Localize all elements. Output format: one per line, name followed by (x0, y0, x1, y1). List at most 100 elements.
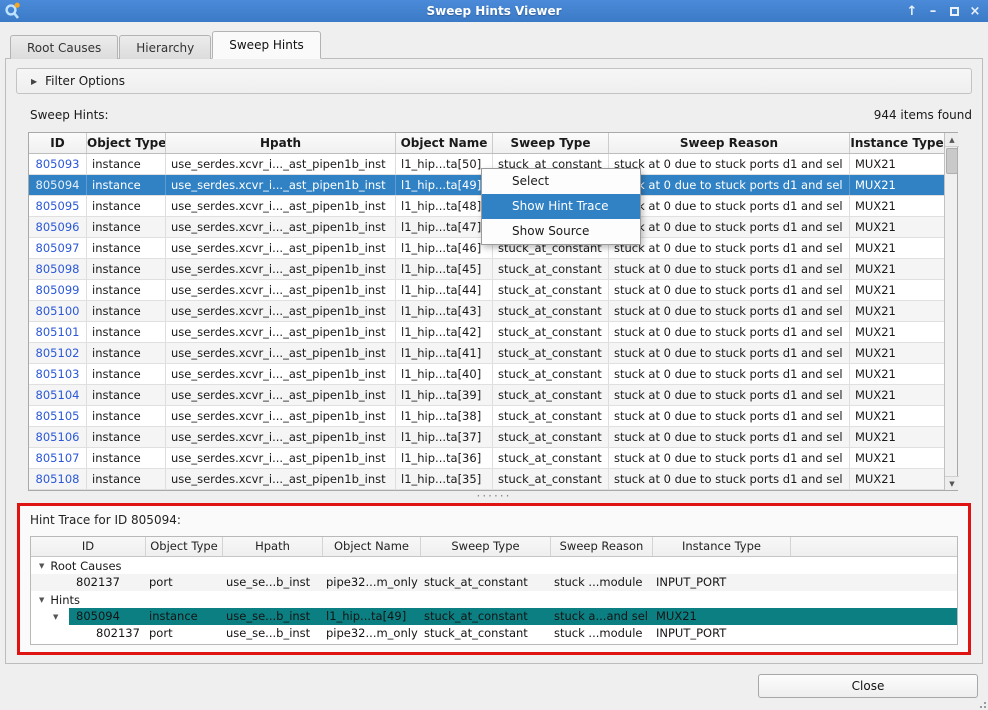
cell-hpath: use_serdes.xcvr_i..._ast_pipen1b_inst (166, 238, 396, 258)
menu-item-show-hint-trace[interactable]: Show Hint Trace (482, 194, 640, 219)
column-header-hpath[interactable]: Hpath (166, 133, 396, 153)
items-found-count: 944 items found (874, 108, 972, 122)
trace-column-header-sweep_reason[interactable]: Sweep Reason (551, 537, 653, 556)
cell-instance_type: MUX21 (850, 406, 944, 426)
cell-hpath: use_serdes.xcvr_i..._ast_pipen1b_inst (166, 448, 396, 468)
cell-id[interactable]: 805105 (29, 406, 87, 426)
trace-cell-object_type: instance (146, 608, 223, 625)
vertical-scrollbar[interactable]: ▲ ▼ (944, 133, 957, 490)
cell-object_name: l1_hip...ta[43] (396, 301, 493, 321)
cell-object_type: instance (87, 322, 166, 342)
cell-object_type: instance (87, 406, 166, 426)
cell-hpath: use_serdes.xcvr_i..._ast_pipen1b_inst (166, 217, 396, 237)
cell-id[interactable]: 805100 (29, 301, 87, 321)
cell-sweep_reason: stuck at 0 due to stuck ports d1 and sel (609, 322, 850, 342)
scrollbar-thumb[interactable] (946, 148, 958, 174)
cell-id[interactable]: 805101 (29, 322, 87, 342)
trace-column-header-sweep_type[interactable]: Sweep Type (421, 537, 551, 556)
cell-id[interactable]: 805095 (29, 196, 87, 216)
trace-cell-hpath: use_se...b_inst (223, 608, 323, 625)
cell-id[interactable]: 805104 (29, 385, 87, 405)
table-row[interactable]: 805102instanceuse_serdes.xcvr_i..._ast_p… (29, 343, 944, 364)
column-header-object_name[interactable]: Object Name (396, 133, 493, 153)
cell-sweep_reason: stuck at 0 due to stuck ports d1 and sel (609, 301, 850, 321)
cell-id[interactable]: 805096 (29, 217, 87, 237)
maximize-icon[interactable] (947, 3, 961, 19)
table-row[interactable]: 805099instanceuse_serdes.xcvr_i..._ast_p… (29, 280, 944, 301)
table-row[interactable]: 805101instanceuse_serdes.xcvr_i..._ast_p… (29, 322, 944, 343)
table-row[interactable]: 805100instanceuse_serdes.xcvr_i..._ast_p… (29, 301, 944, 322)
menu-item-select[interactable]: Select (482, 169, 640, 194)
cell-object_type: instance (87, 448, 166, 468)
trace-cell-id: 802137 (31, 625, 146, 642)
minimize-icon[interactable]: – (926, 3, 940, 19)
column-header-instance_type[interactable]: Instance Type (850, 133, 944, 153)
column-header-sweep_type[interactable]: Sweep Type (493, 133, 609, 153)
group-name: Root Causes (50, 559, 121, 573)
expander-icon[interactable]: ▼ (53, 608, 58, 625)
cell-object_type: instance (87, 280, 166, 300)
splitter-handle[interactable]: ······ (0, 489, 988, 501)
cell-object_name: l1_hip...ta[47] (396, 217, 493, 237)
cell-object_name: l1_hip...ta[37] (396, 427, 493, 447)
cell-id[interactable]: 805098 (29, 259, 87, 279)
filter-options-header[interactable]: ▶ Filter Options (16, 68, 972, 94)
table-row[interactable]: 805106instanceuse_serdes.xcvr_i..._ast_p… (29, 427, 944, 448)
scroll-up-icon[interactable]: ▲ (945, 133, 959, 147)
trace-column-header-instance_type[interactable]: Instance Type (653, 537, 791, 556)
cell-id[interactable]: 805094 (29, 175, 87, 195)
table-row[interactable]: 805103instanceuse_serdes.xcvr_i..._ast_p… (29, 364, 944, 385)
table-row[interactable]: 805104instanceuse_serdes.xcvr_i..._ast_p… (29, 385, 944, 406)
shade-icon[interactable]: ↑ (905, 3, 919, 19)
cell-id[interactable]: 805097 (29, 238, 87, 258)
cell-instance_type: MUX21 (850, 343, 944, 363)
table-row[interactable]: 805098instanceuse_serdes.xcvr_i..._ast_p… (29, 259, 944, 280)
hint-trace-title: Hint Trace for ID 805094: (30, 513, 181, 527)
trace-column-header-object_name[interactable]: Object Name (323, 537, 421, 556)
cell-id[interactable]: 805108 (29, 469, 87, 489)
cell-sweep_type: stuck_at_constant (493, 469, 609, 489)
column-header-sweep_reason[interactable]: Sweep Reason (609, 133, 850, 153)
trace-row[interactable]: ▼805094instanceuse_se...b_instl1_hip...t… (31, 608, 957, 625)
table-row[interactable]: 805108instanceuse_serdes.xcvr_i..._ast_p… (29, 469, 944, 490)
cell-id[interactable]: 805099 (29, 280, 87, 300)
cell-id[interactable]: 805103 (29, 364, 87, 384)
column-header-object_type[interactable]: Object Type (87, 133, 166, 153)
cell-object_type: instance (87, 154, 166, 174)
cell-sweep_type: stuck_at_constant (493, 427, 609, 447)
trace-group-row[interactable]: ▼ Root Causes (31, 557, 957, 574)
tab-root-causes[interactable]: Root Causes (10, 35, 118, 59)
scroll-down-icon[interactable]: ▼ (945, 476, 959, 490)
expander-icon[interactable]: ▼ (39, 562, 44, 570)
cell-hpath: use_serdes.xcvr_i..._ast_pipen1b_inst (166, 196, 396, 216)
close-button[interactable]: Close (758, 674, 978, 698)
resize-grip[interactable] (976, 698, 986, 708)
cell-id[interactable]: 805107 (29, 448, 87, 468)
trace-cell-instance_type: MUX21 (653, 608, 791, 625)
window-title: Sweep Hints Viewer (0, 4, 988, 18)
trace-group-row[interactable]: ▼Hints (31, 591, 957, 608)
expander-icon[interactable]: ▼ (39, 596, 44, 604)
cell-sweep_reason: stuck at 0 due to stuck ports d1 and sel (609, 448, 850, 468)
splitter-dots-icon: ······ (477, 489, 512, 503)
trace-row[interactable]: 802137portuse_se...b_instpipe32...m_only… (31, 574, 957, 591)
trace-column-header-id[interactable]: ID (31, 537, 146, 556)
cell-instance_type: MUX21 (850, 385, 944, 405)
tab-sweep-hints[interactable]: Sweep Hints (212, 31, 321, 59)
cell-object_name: l1_hip...ta[49] (396, 175, 493, 195)
table-row[interactable]: 805107instanceuse_serdes.xcvr_i..._ast_p… (29, 448, 944, 469)
column-header-id[interactable]: ID (29, 133, 87, 153)
table-row[interactable]: 805105instanceuse_serdes.xcvr_i..._ast_p… (29, 406, 944, 427)
menu-item-show-source[interactable]: Show Source (482, 219, 640, 244)
trace-column-header-object_type[interactable]: Object Type (146, 537, 223, 556)
trace-column-header-hpath[interactable]: Hpath (223, 537, 323, 556)
group-label: ▼Hints (31, 591, 80, 608)
cell-id[interactable]: 805106 (29, 427, 87, 447)
cell-id[interactable]: 805102 (29, 343, 87, 363)
cell-id[interactable]: 805093 (29, 154, 87, 174)
trace-cell-id: 805094 (31, 608, 146, 625)
cell-sweep_type: stuck_at_constant (493, 259, 609, 279)
trace-row[interactable]: 802137portuse_se...b_instpipe32...m_only… (31, 625, 957, 642)
tab-hierarchy[interactable]: Hierarchy (119, 35, 211, 59)
close-icon[interactable]: × (968, 3, 982, 19)
